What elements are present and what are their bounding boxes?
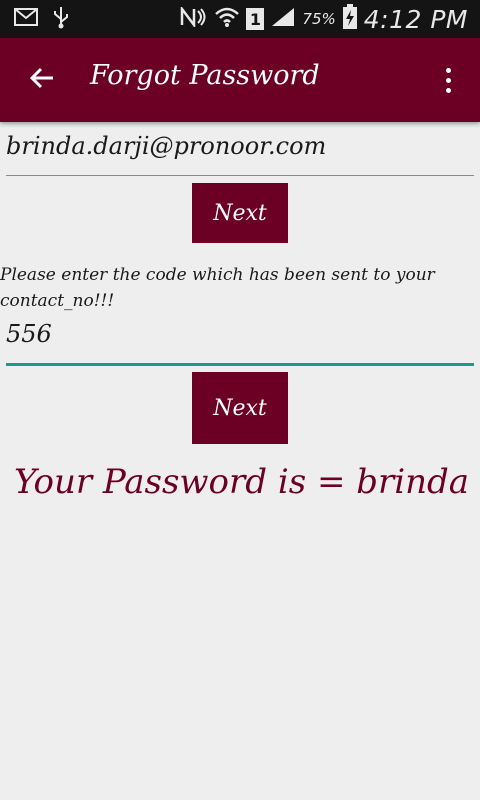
app-bar: Forgot Password	[0, 38, 480, 122]
usb-icon	[52, 5, 70, 33]
sim-icon: 1	[246, 8, 265, 30]
clock: 4:12 PM	[363, 4, 468, 34]
password-result-text: Your Password is = brinda	[14, 462, 470, 502]
nfc-icon	[180, 5, 208, 31]
wifi-icon	[214, 6, 240, 32]
battery-percentage: 75%	[302, 10, 336, 28]
more-vert-icon	[445, 67, 451, 73]
status-bar: 1 75% 4:12 PM	[0, 0, 480, 38]
code-instruction-text: Please enter the code which has been sen…	[0, 265, 435, 311]
arrow-left-icon	[29, 66, 55, 94]
signal-icon	[270, 6, 296, 32]
back-button[interactable]	[24, 62, 60, 98]
page-title: Forgot Password	[90, 60, 320, 91]
next-button-code[interactable]: Next	[192, 372, 288, 444]
overflow-menu-button[interactable]	[438, 62, 458, 98]
mail-icon	[14, 8, 38, 30]
battery-charging-icon	[342, 4, 358, 34]
next-button-email[interactable]: Next	[192, 183, 288, 243]
code-field[interactable]: 556	[6, 318, 474, 366]
email-field[interactable]: brinda.darji@pronoor.com	[6, 130, 474, 176]
